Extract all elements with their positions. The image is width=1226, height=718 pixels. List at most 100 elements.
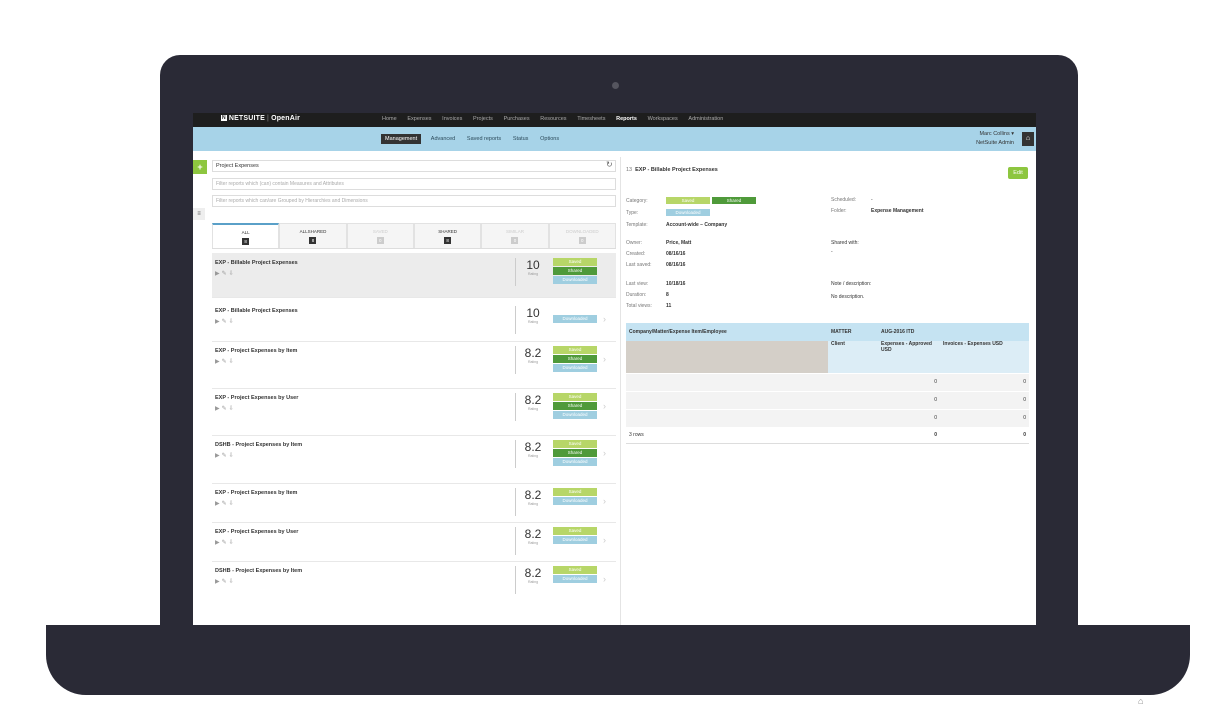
chevron-right-icon[interactable]: ›	[603, 354, 606, 364]
refresh-icon[interactable]: ↻	[606, 160, 613, 169]
nav-invoices[interactable]: Invoices	[442, 116, 462, 122]
subnav-saved-reports[interactable]: Saved reports	[465, 135, 503, 143]
subnav-status[interactable]: Status	[511, 135, 531, 143]
col-header-client: Client	[828, 341, 878, 373]
filter-measures-input[interactable]: Filter reports which (can) contain Measu…	[212, 178, 616, 190]
filter-dimensions-input[interactable]: Filter reports which can/are Grouped by …	[212, 195, 616, 207]
chevron-right-icon[interactable]: ›	[603, 314, 606, 324]
chevron-right-icon[interactable]: ›	[603, 401, 606, 411]
report-title: EXP - Project Expenses by User	[215, 529, 299, 535]
tab-saved[interactable]: SAVED 0	[346, 223, 414, 248]
report-list-item[interactable]: EXP - Billable Project Expenses ▶✎⇩ 10 Ra…	[212, 253, 616, 298]
report-actions: ▶✎⇩	[215, 452, 236, 459]
nav-reports[interactable]: Reports	[616, 116, 637, 122]
saved-badge: Saved	[553, 566, 597, 574]
chevron-right-icon[interactable]: ›	[603, 574, 606, 584]
download-icon[interactable]: ⇩	[229, 501, 236, 507]
play-icon[interactable]: ▶	[215, 579, 222, 585]
edit-icon[interactable]: ✎	[222, 319, 229, 325]
report-list-item[interactable]: DSHB - Project Expenses by Item ▶✎⇩ 8.2 R…	[212, 561, 616, 600]
downloaded-badge: Downloaded	[553, 315, 597, 323]
download-icon[interactable]: ⇩	[229, 271, 236, 277]
play-icon[interactable]: ▶	[215, 359, 222, 365]
home-icon[interactable]: ⌂	[1022, 132, 1034, 146]
created-row: Created: 08/16/16	[626, 251, 685, 257]
report-list-item[interactable]: EXP - Project Expenses by User ▶✎⇩ 8.2 Ra…	[212, 388, 616, 436]
tab-label: DOWNLOADED	[565, 229, 599, 234]
nav-purchases[interactable]: Purchases	[504, 116, 530, 122]
report-list-item[interactable]: DSHB - Project Expenses by Item ▶✎⇩ 8.2 R…	[212, 435, 616, 484]
download-icon[interactable]: ⇩	[229, 319, 236, 325]
nav-home[interactable]: Home	[382, 116, 397, 122]
play-icon[interactable]: ▶	[215, 271, 222, 277]
template-label: Template:	[626, 222, 648, 228]
report-filter-tabs: ALL 8 ALLSHARED 8 SAVED 0 SHARED 8 SIMILAR 0 …	[212, 223, 616, 249]
tab-similar[interactable]: SIMILAR 0	[481, 223, 549, 248]
report-preview-grid: Company/Matter/Expense Item/Employee MAT…	[626, 323, 1029, 444]
report-badges: Saved Shared Downloaded	[553, 440, 597, 467]
edit-icon[interactable]: ✎	[222, 579, 229, 585]
subnav-management[interactable]: Management	[381, 134, 422, 144]
play-icon[interactable]: ▶	[215, 540, 222, 546]
edit-icon[interactable]: ✎	[222, 359, 229, 365]
play-icon[interactable]: ▶	[215, 501, 222, 507]
download-icon[interactable]: ⇩	[229, 359, 236, 365]
report-list-item[interactable]: EXP - Project Expenses by Item ▶✎⇩ 8.2 Ra…	[212, 483, 616, 523]
created-value: 08/16/16	[666, 251, 686, 257]
grid-cell	[626, 390, 828, 409]
last-saved-label: Last saved:	[626, 262, 652, 268]
download-icon[interactable]: ⇩	[229, 406, 236, 412]
edit-button[interactable]: Edit	[1008, 167, 1028, 179]
chevron-right-icon[interactable]: ›	[603, 448, 606, 458]
add-button[interactable]: +	[193, 160, 207, 174]
nav-resources[interactable]: Resources	[540, 116, 566, 122]
chevron-right-icon[interactable]: ›	[603, 496, 606, 506]
type-row: Type: Downloaded	[626, 209, 710, 216]
report-title: EXP - Project Expenses by User	[215, 395, 299, 401]
nav-expenses[interactable]: Expenses	[407, 116, 431, 122]
edit-icon[interactable]: ✎	[222, 406, 229, 412]
tab-shared[interactable]: SHARED 8	[413, 223, 482, 248]
tab-downloaded[interactable]: DOWNLOADED 0	[548, 223, 616, 248]
tab-allshared[interactable]: ALLSHARED 8	[279, 223, 347, 248]
report-list-item[interactable]: EXP - Project Expenses by User ▶✎⇩ 8.2 Ra…	[212, 522, 616, 562]
report-list-item[interactable]: EXP - Billable Project Expenses ▶✎⇩ 10 Ra…	[212, 301, 616, 342]
nav-projects[interactable]: Projects	[473, 116, 493, 122]
report-list-item[interactable]: EXP - Project Expenses by Item ▶✎⇩ 8.2 Ra…	[212, 341, 616, 389]
col-header-company: Company/Matter/Expense Item/Employee	[626, 323, 828, 341]
grid-cell	[828, 427, 878, 443]
grid-cell	[626, 372, 828, 391]
nav-administration[interactable]: Administration	[688, 116, 723, 122]
report-actions: ▶✎⇩	[215, 578, 236, 585]
download-icon[interactable]: ⇩	[229, 540, 236, 546]
download-icon[interactable]: ⇩	[229, 579, 236, 585]
edit-icon[interactable]: ✎	[222, 540, 229, 546]
rating-value: 10	[526, 258, 540, 272]
col-header-invoices: Invoices - Expenses USD	[940, 341, 1029, 373]
play-icon[interactable]: ▶	[215, 319, 222, 325]
scheduled-row: Scheduled: -	[831, 197, 873, 203]
user-menu[interactable]: Marc Collins ▾ NetSuite Admin	[976, 130, 1014, 148]
tab-all[interactable]: ALL 8	[212, 223, 280, 248]
netsuite-logo-icon: N	[221, 115, 227, 121]
panel-toggle-icon[interactable]: ≡	[193, 208, 205, 220]
report-title: EXP - Billable Project Expenses	[215, 260, 298, 266]
subnav-advanced[interactable]: Advanced	[429, 135, 457, 143]
shared-badge: Shared	[553, 402, 597, 410]
report-search-input[interactable]	[212, 160, 616, 172]
edit-icon[interactable]: ✎	[222, 271, 229, 277]
play-icon[interactable]: ▶	[215, 453, 222, 459]
nav-timesheets[interactable]: Timesheets	[577, 116, 605, 122]
chevron-right-icon[interactable]: ›	[603, 535, 606, 545]
tab-label: ALL	[241, 230, 250, 235]
detail-title: 13 EXP - Billable Project Expenses	[626, 167, 718, 173]
edit-icon[interactable]: ✎	[222, 501, 229, 507]
subnav-options[interactable]: Options	[538, 135, 561, 143]
download-icon[interactable]: ⇩	[229, 453, 236, 459]
logo[interactable]: N NETSUITE | OpenAir	[221, 115, 300, 122]
nav-workspaces[interactable]: Workspaces	[648, 116, 678, 122]
duration-label: Duration:	[626, 292, 647, 298]
edit-icon[interactable]: ✎	[222, 453, 229, 459]
shared-badge: Shared	[712, 197, 756, 204]
play-icon[interactable]: ▶	[215, 406, 222, 412]
